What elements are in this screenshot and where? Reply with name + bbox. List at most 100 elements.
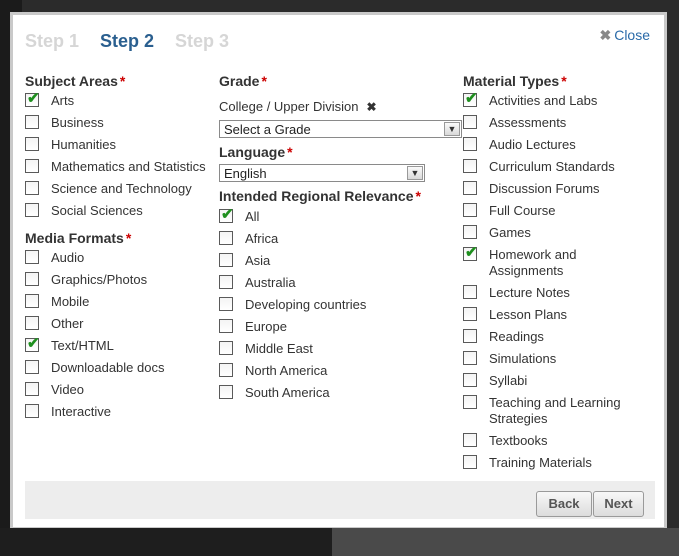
regional-option[interactable]: ✔ All — [219, 206, 389, 229]
checkbox[interactable]: ✔ — [25, 181, 39, 195]
regional-option[interactable]: ✔ South America — [219, 385, 389, 405]
checkbox[interactable]: ✔ — [25, 90, 40, 107]
checkbox[interactable]: ✔ — [25, 316, 39, 330]
checkbox[interactable]: ✔ — [219, 319, 233, 333]
language-select[interactable]: English ▼ — [219, 164, 425, 182]
regional-option[interactable]: ✔ Australia — [219, 275, 389, 295]
regional-option[interactable]: ✔ Asia — [219, 253, 389, 273]
media-formats-option[interactable]: ✔ Video — [25, 382, 195, 402]
regional-option[interactable]: ✔ Developing countries — [219, 297, 389, 317]
checkbox[interactable]: ✔ — [219, 231, 233, 245]
material-types-option[interactable]: ✔ Assessments — [463, 115, 633, 135]
media-formats-option[interactable]: ✔ Interactive — [25, 404, 195, 424]
checkbox[interactable]: ✔ — [463, 373, 477, 387]
material-types-option[interactable]: ✔ Syllabi — [463, 373, 633, 393]
grade-select-value: Select a Grade — [224, 122, 311, 137]
checkbox[interactable]: ✔ — [463, 307, 477, 321]
material-types-option[interactable]: ✔ Simulations — [463, 351, 633, 371]
checkbox[interactable]: ✔ — [25, 382, 39, 396]
checkbox[interactable]: ✔ — [25, 335, 40, 352]
form-scroll-area[interactable]: Subject Areas* ✔Arts✔Business✔Humanities… — [25, 73, 655, 483]
checkbox[interactable]: ✔ — [463, 159, 477, 173]
checkbox[interactable]: ✔ — [219, 275, 233, 289]
checkbox[interactable]: ✔ — [25, 404, 39, 418]
subject-areas-option[interactable]: ✔ Business — [25, 115, 195, 135]
checkbox[interactable]: ✔ — [25, 137, 39, 151]
checkbox[interactable]: ✔ — [463, 455, 477, 469]
material-types-option[interactable]: ✔ Readings — [463, 329, 633, 349]
step-2[interactable]: Step 2 — [100, 31, 154, 52]
selected-grade-label: College / Upper Division — [219, 99, 359, 114]
checkbox[interactable]: ✔ — [463, 351, 477, 365]
checkbox[interactable]: ✔ — [463, 285, 477, 299]
checkbox[interactable]: ✔ — [219, 253, 233, 267]
material-types-option[interactable]: ✔ Games — [463, 225, 633, 245]
media-formats-option[interactable]: ✔ Mobile — [25, 294, 195, 314]
media-formats-option[interactable]: ✔ Other — [25, 316, 195, 336]
checkbox[interactable]: ✔ — [463, 203, 477, 217]
grade-heading: Grade * — [219, 73, 267, 89]
option-label: Arts — [51, 93, 75, 108]
media-formats-option[interactable]: ✔ Graphics/Photos — [25, 272, 195, 292]
checkbox[interactable]: ✔ — [25, 294, 39, 308]
checkbox[interactable]: ✔ — [463, 115, 477, 129]
checkbox[interactable]: ✔ — [25, 203, 39, 217]
option-label: Graphics/Photos — [51, 272, 148, 287]
checkbox[interactable]: ✔ — [463, 90, 478, 107]
checkbox[interactable]: ✔ — [463, 225, 477, 239]
checkbox[interactable]: ✔ — [463, 137, 477, 151]
option-label: Lesson Plans — [489, 307, 568, 322]
material-types-option[interactable]: ✔ Teaching and Learning Strategies — [463, 395, 633, 426]
checkbox[interactable]: ✔ — [463, 395, 477, 409]
subject-areas-option[interactable]: ✔ Science and Technology — [25, 181, 195, 201]
media-formats-option[interactable]: ✔ Text/HTML — [25, 335, 195, 358]
back-button[interactable]: Back — [536, 491, 592, 517]
checkbox[interactable]: ✔ — [219, 341, 233, 355]
checkbox[interactable]: ✔ — [219, 363, 233, 377]
regional-option[interactable]: ✔ Middle East — [219, 341, 389, 361]
checkbox[interactable]: ✔ — [463, 181, 477, 195]
checkbox[interactable]: ✔ — [219, 206, 234, 223]
subject-areas-option[interactable]: ✔ Arts — [25, 90, 195, 113]
checkbox[interactable]: ✔ — [219, 385, 233, 399]
material-types-option[interactable]: ✔ Lesson Plans — [463, 307, 633, 327]
material-types-option[interactable]: ✔ Audio Lectures — [463, 137, 633, 157]
close-button[interactable]: ✖ Close — [599, 27, 650, 44]
checkbox[interactable]: ✔ — [463, 433, 477, 447]
option-label: Mathematics and Statistics — [51, 159, 206, 174]
selected-grade-tag: College / Upper Division ✖ — [219, 99, 377, 114]
regional-option[interactable]: ✔ Europe — [219, 319, 389, 339]
checkmark-icon: ✔ — [27, 335, 40, 352]
subject-areas-option[interactable]: ✔ Mathematics and Statistics — [25, 159, 206, 179]
checkbox[interactable]: ✔ — [25, 159, 39, 173]
material-types-title: Material Types — [463, 73, 560, 89]
chevron-down-icon: ▼ — [407, 166, 423, 180]
checkbox[interactable]: ✔ — [463, 244, 478, 261]
material-types-option[interactable]: ✔ Discussion Forums — [463, 181, 633, 201]
next-button[interactable]: Next — [593, 491, 644, 517]
regional-option[interactable]: ✔ North America — [219, 363, 389, 383]
subject-areas-option[interactable]: ✔ Humanities — [25, 137, 195, 157]
checkbox[interactable]: ✔ — [463, 329, 477, 343]
media-formats-option[interactable]: ✔ Audio — [25, 250, 195, 270]
material-types-option[interactable]: ✔ Full Course — [463, 203, 633, 223]
option-label: Assessments — [489, 115, 567, 130]
material-types-option[interactable]: ✔ Curriculum Standards — [463, 159, 633, 179]
material-types-option[interactable]: ✔ Activities and Labs — [463, 90, 633, 113]
checkbox[interactable]: ✔ — [25, 272, 39, 286]
checkbox[interactable]: ✔ — [219, 297, 233, 311]
material-types-option[interactable]: ✔ Textbooks — [463, 433, 633, 453]
subject-areas-option[interactable]: ✔ Social Sciences — [25, 203, 195, 223]
step-3[interactable]: Step 3 — [175, 31, 229, 52]
step-1[interactable]: Step 1 — [25, 31, 79, 52]
checkbox[interactable]: ✔ — [25, 250, 39, 264]
remove-grade-icon[interactable]: ✖ — [366, 100, 376, 114]
material-types-option[interactable]: ✔ Lecture Notes — [463, 285, 633, 305]
regional-option[interactable]: ✔ Africa — [219, 231, 389, 251]
material-types-option[interactable]: ✔ Training Materials — [463, 455, 633, 475]
checkbox[interactable]: ✔ — [25, 115, 39, 129]
media-formats-option[interactable]: ✔ Downloadable docs — [25, 360, 195, 380]
checkbox[interactable]: ✔ — [25, 360, 39, 374]
grade-select[interactable]: Select a Grade ▼ — [219, 120, 462, 138]
material-types-option[interactable]: ✔ Homework and Assignments — [463, 244, 633, 278]
